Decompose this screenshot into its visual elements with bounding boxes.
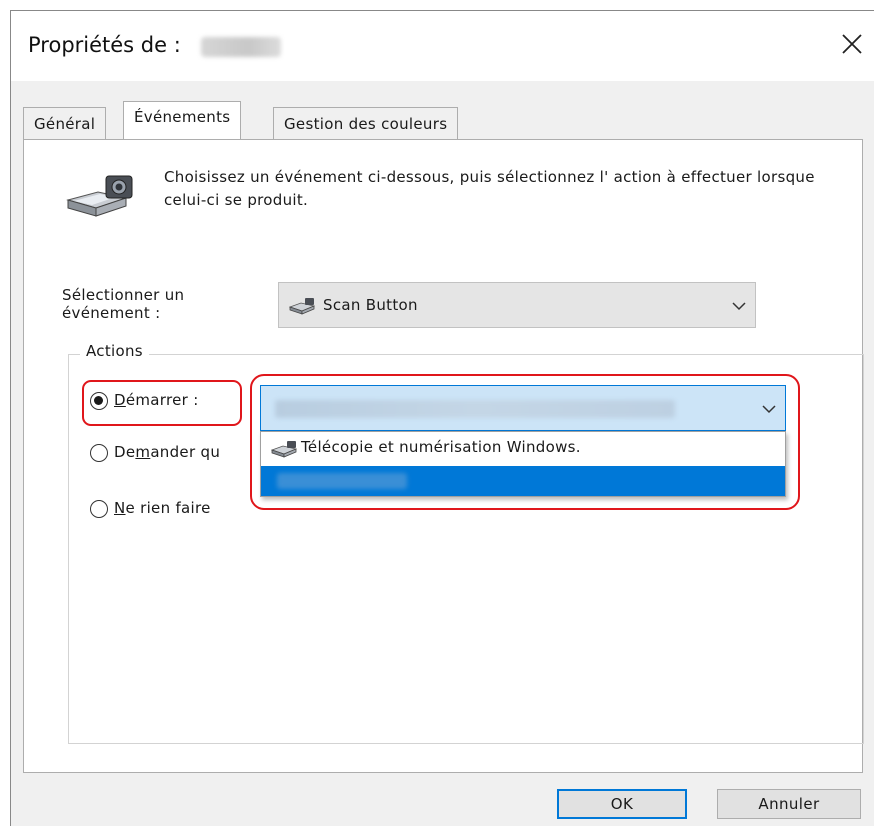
- cancel-button[interactable]: Annuler: [717, 789, 861, 819]
- scanner-icon: [271, 441, 297, 458]
- radio-checked-dot: [94, 396, 103, 405]
- chevron-down-icon: [732, 302, 746, 311]
- redacted-device-name: [201, 37, 281, 57]
- radio-demarrer-circle[interactable]: [90, 392, 108, 410]
- close-icon: [842, 34, 862, 54]
- scanner-icon: [289, 298, 315, 315]
- dropdown-option-telecopie[interactable]: Télécopie et numérisation Windows.: [261, 434, 785, 464]
- title-bar: Propriétés de :: [11, 11, 875, 81]
- scanner-camera-icon: [66, 175, 133, 217]
- tab-gestion-couleurs[interactable]: Gestion des couleurs: [273, 107, 459, 139]
- event-select-combo[interactable]: Scan Button: [278, 282, 756, 328]
- tab-general-label: Général: [34, 115, 96, 133]
- app-dropdown-list: Télécopie et numérisation Windows.: [260, 431, 786, 497]
- radio-demander-label: Demander qu: [114, 443, 221, 461]
- app-select-combo[interactable]: [260, 385, 786, 431]
- tab-evenements-label: Événements: [134, 108, 231, 126]
- tab-gestion-couleurs-label: Gestion des couleurs: [284, 115, 448, 133]
- close-button[interactable]: [837, 29, 867, 59]
- dropdown-option-telecopie-label: Télécopie et numérisation Windows.: [301, 438, 581, 456]
- properties-dialog: Propriétés de : Général Événements Gesti…: [10, 10, 875, 826]
- radio-ne-rien-faire-label: Ne rien faire: [114, 499, 211, 517]
- event-select-label-line1: Sélectionner un: [62, 286, 185, 304]
- redacted-app-name: [275, 400, 675, 418]
- radio-demander[interactable]: Demander qu: [90, 442, 270, 468]
- tab-panel-evenements: Choisissez un événement ci-dessous, puis…: [23, 139, 864, 773]
- event-select-value: Scan Button: [323, 296, 418, 314]
- tab-general[interactable]: Général: [23, 107, 107, 139]
- radio-ne-rien-faire-circle[interactable]: [90, 500, 108, 518]
- intro-text: Choisissez un événement ci-dessous, puis…: [164, 168, 815, 209]
- chevron-down-icon: [762, 405, 776, 414]
- radio-demarrer[interactable]: Démarrer :: [90, 390, 240, 416]
- actions-group-label: Actions: [80, 342, 149, 360]
- redacted-option-name: [277, 473, 407, 489]
- radio-ne-rien-faire[interactable]: Ne rien faire: [90, 498, 240, 524]
- radio-demarrer-label: Démarrer :: [114, 391, 199, 409]
- window-title: Propriétés de :: [28, 33, 181, 57]
- radio-demander-circle[interactable]: [90, 444, 108, 462]
- dropdown-option-selected[interactable]: [261, 466, 785, 496]
- ok-button[interactable]: OK: [557, 789, 687, 819]
- tab-evenements[interactable]: Événements: [123, 101, 242, 139]
- event-select-label: Sélectionner un événement :: [62, 286, 262, 322]
- event-select-label-line2: événement :: [62, 304, 161, 322]
